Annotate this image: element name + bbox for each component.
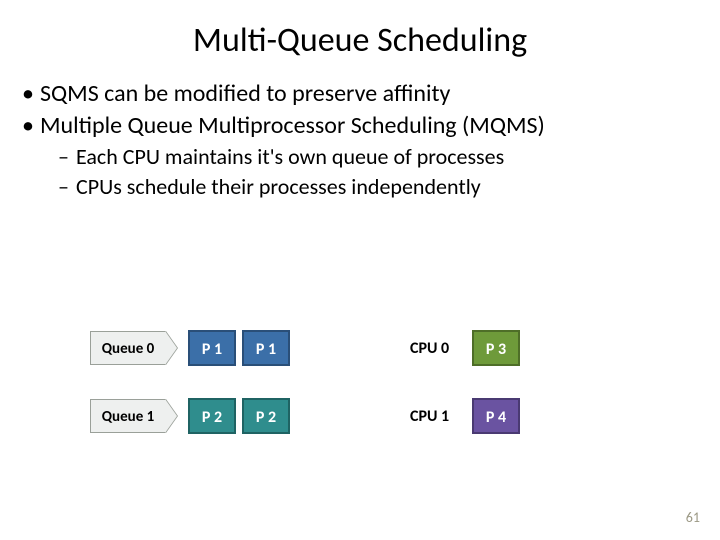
bullet-level2: – CPUs schedule their processes independ… [22, 173, 710, 201]
page-number: 61 [686, 509, 700, 526]
bullet-level1: • SQMS can be modified to preserve affin… [22, 79, 710, 109]
process-box: P 3 [472, 330, 520, 366]
cpu-label: CPU 1 [410, 407, 466, 426]
queue-label: Queue 0 [90, 331, 166, 365]
bullet-level2: – Each CPU maintains it's own queue of p… [22, 143, 710, 171]
process-box: P 4 [472, 398, 520, 434]
bullet-text: SQMS can be modified to preserve affinit… [40, 79, 450, 109]
bullet-text: Each CPU maintains it's own queue of pro… [76, 143, 504, 171]
bullet-text: CPUs schedule their processes independen… [76, 173, 481, 201]
process-box: P 2 [188, 398, 236, 434]
bullet-dash-icon: – [58, 173, 76, 201]
slide-title: Multi-Queue Scheduling [0, 0, 720, 79]
bullet-text: Multiple Queue Multiprocessor Scheduling… [40, 111, 545, 141]
mqms-diagram: Queue 0 P 1 P 1 CPU 0 P 3 Queue 1 P 2 P … [0, 328, 720, 464]
queue-row: Queue 0 P 1 P 1 CPU 0 P 3 [90, 328, 720, 368]
process-box: P 2 [242, 398, 290, 434]
bullet-list: • SQMS can be modified to preserve affin… [0, 79, 720, 200]
queue-row: Queue 1 P 2 P 2 CPU 1 P 4 [90, 396, 720, 436]
process-box: P 1 [188, 330, 236, 366]
process-box: P 1 [242, 330, 290, 366]
bullet-level1: • Multiple Queue Multiprocessor Scheduli… [22, 111, 710, 141]
bullet-dot-icon: • [22, 79, 40, 109]
queue-label: Queue 1 [90, 399, 166, 433]
bullet-dash-icon: – [58, 143, 76, 171]
bullet-dot-icon: • [22, 111, 40, 141]
cpu-label: CPU 0 [410, 339, 466, 358]
